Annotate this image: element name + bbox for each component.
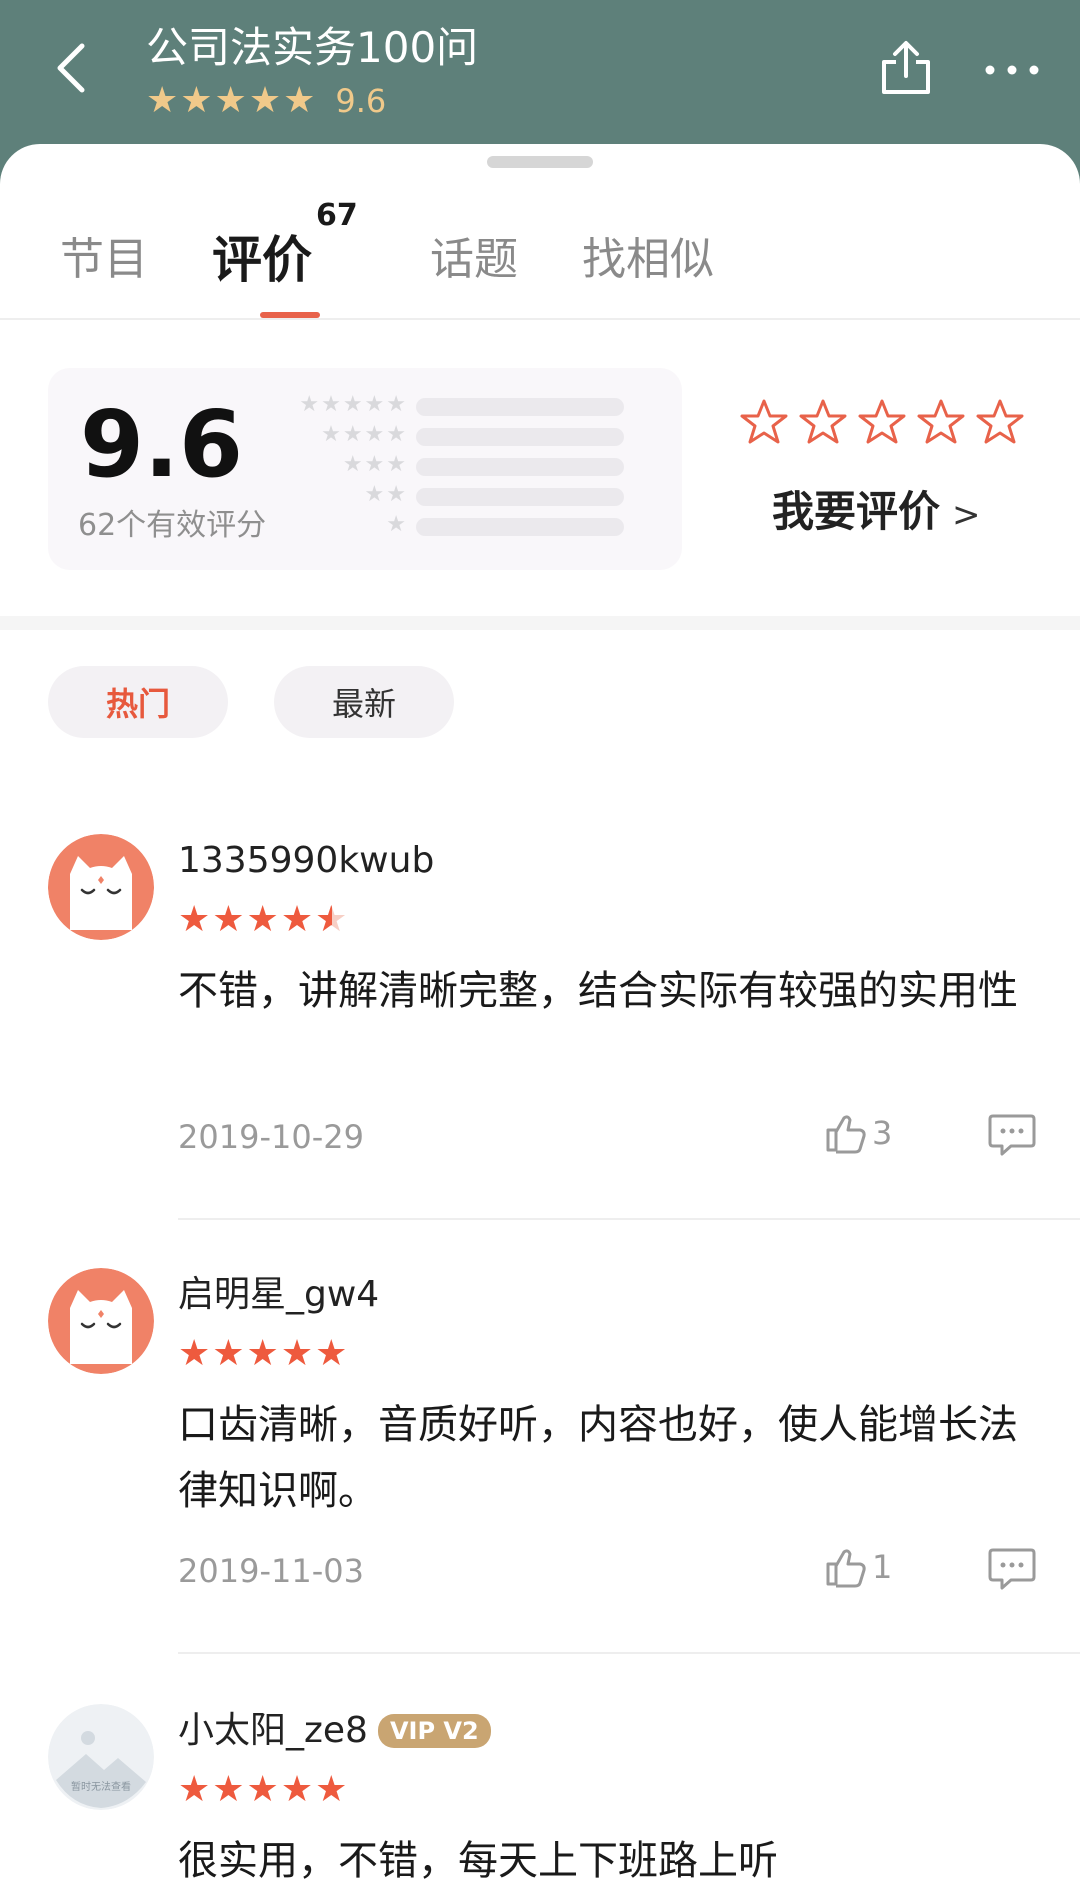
- star-outline-icon[interactable]: [740, 398, 788, 446]
- thumbs-up-icon: [826, 1549, 866, 1588]
- sort-filters: 热门 最新: [48, 666, 454, 738]
- sheet-drag-handle[interactable]: [487, 156, 593, 168]
- valid-rating-count: 62个有效评分: [78, 508, 267, 543]
- star-outline-icon[interactable]: [917, 398, 965, 446]
- reviewer-name[interactable]: 小太阳_ze8 VIP V2: [178, 1706, 491, 1756]
- like-button[interactable]: 3: [824, 1110, 892, 1156]
- tabs-divider: [0, 318, 1080, 320]
- like-count: 1: [872, 1548, 893, 1586]
- back-arrow-icon[interactable]: [48, 38, 98, 98]
- top-bar: 公司法实务100问 ★★★★★ 9.6: [0, 0, 1080, 160]
- avatar[interactable]: [48, 1268, 154, 1374]
- distribution-bar: [416, 458, 624, 476]
- thumbs-up-icon: [826, 1115, 866, 1154]
- rating-distribution-row: ★★: [310, 480, 650, 510]
- review-stars: ★★★★★: [178, 1333, 350, 1374]
- comment-icon[interactable]: [988, 1546, 1036, 1590]
- distribution-stars: ★: [386, 512, 408, 537]
- review-divider: [178, 1652, 1080, 1654]
- chevron-right-icon: >: [952, 495, 981, 535]
- reviewer-name-text: 小太阳_ze8: [178, 1710, 368, 1751]
- reviewer-name[interactable]: 启明星_gw4: [178, 1270, 379, 1320]
- comment-icon[interactable]: [988, 1112, 1036, 1156]
- rate-star-picker[interactable]: [740, 398, 1024, 446]
- distribution-bar: [416, 518, 624, 536]
- avatar-caption: 暂时无法查看: [71, 1780, 131, 1793]
- distribution-stars: ★★★: [342, 452, 408, 477]
- avatar[interactable]: 暂时无法查看: [48, 1704, 154, 1810]
- section-divider: [0, 616, 1080, 630]
- filter-hot[interactable]: 热门: [48, 666, 228, 738]
- review-stars: ★★★★★: [178, 1769, 350, 1810]
- more-icon[interactable]: [982, 50, 1042, 90]
- tab-reviews[interactable]: 评价67: [212, 198, 358, 320]
- tab-bar: 节目 评价67 话题 找相似: [0, 198, 1080, 320]
- review-text: 不错，讲解清晰完整，结合实际有较强的实用性: [178, 968, 1018, 1014]
- distribution-stars: ★★★★: [321, 422, 408, 447]
- review-text: 很实用，不错，每天上下班路上听: [178, 1838, 778, 1884]
- write-review-button[interactable]: 我要评价 >: [772, 482, 981, 545]
- reviewer-name[interactable]: 1335990kwub: [178, 836, 434, 886]
- half-star-icon: ★: [315, 900, 349, 941]
- header-score: 9.6: [335, 82, 387, 120]
- tab-similar[interactable]: 找相似: [582, 200, 714, 320]
- filter-latest[interactable]: 最新: [274, 666, 454, 738]
- tab-reviews-label: 评价: [212, 231, 312, 289]
- header-stars: ★★★★★: [146, 80, 318, 121]
- star-outline-icon[interactable]: [799, 398, 847, 446]
- review-date: 2019-10-29: [178, 1118, 364, 1156]
- write-review-label: 我要评价: [772, 487, 941, 536]
- tab-topics[interactable]: 话题: [430, 200, 518, 320]
- distribution-bar: [416, 428, 624, 446]
- rating-distribution-row: ★★★★★: [299, 390, 650, 420]
- distribution-stars: ★★★★★: [299, 392, 408, 417]
- review-date: 2019-11-03: [178, 1552, 364, 1590]
- like-count: 3: [872, 1114, 893, 1152]
- header-rating: ★★★★★ 9.6: [146, 80, 386, 122]
- star-outline-icon[interactable]: [976, 398, 1024, 446]
- album-title: 公司法实务100问: [146, 23, 479, 72]
- star-outline-icon[interactable]: [858, 398, 906, 446]
- rating-distribution-row: ★★★★: [310, 420, 650, 450]
- rating-distribution-row: ★★★: [310, 450, 650, 480]
- tab-episodes[interactable]: 节目: [60, 200, 148, 320]
- like-button[interactable]: 1: [824, 1544, 892, 1590]
- share-icon[interactable]: [876, 38, 936, 98]
- vip-badge: VIP V2: [377, 1714, 491, 1748]
- review-text: 口齿清晰，音质好听，内容也好，使人能增长法律知识啊。: [178, 1402, 1018, 1514]
- avatar[interactable]: [48, 834, 154, 940]
- distribution-stars: ★★: [364, 482, 408, 507]
- tab-reviews-count: 67: [316, 198, 358, 233]
- average-score: 9.6: [80, 391, 243, 498]
- rating-distribution-row: ★: [310, 510, 650, 540]
- review-stars: ★★★★★: [178, 900, 349, 941]
- distribution-bar: [416, 488, 624, 506]
- distribution-bar: [416, 398, 624, 416]
- rating-summary-card: 9.6 62个有效评分 ★★★★★ ★★★★ ★★★ ★★ ★: [48, 368, 682, 570]
- review-divider: [178, 1218, 1080, 1220]
- reviews-sheet: 节目 评价67 话题 找相似 9.6 62个有效评分 ★★★★★ ★★★★ ★★…: [0, 144, 1080, 1904]
